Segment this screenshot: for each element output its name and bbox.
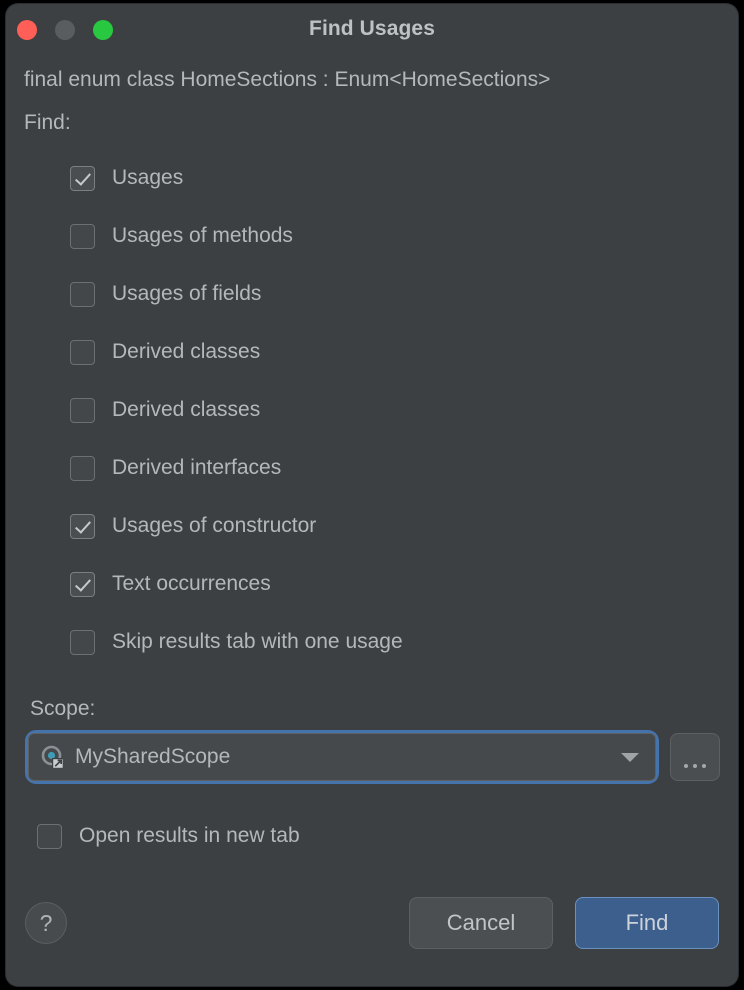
checkbox-row-derived-interfaces[interactable]: Derived interfaces	[24, 439, 720, 497]
checkbox-derived-classes-2[interactable]	[70, 398, 95, 423]
window-title: Find Usages	[6, 17, 738, 41]
checkbox-usages-of-fields[interactable]	[70, 282, 95, 307]
checkbox-label: Derived classes	[112, 340, 260, 364]
scope-shared-icon	[41, 745, 65, 769]
checkbox-label: Usages of constructor	[112, 514, 316, 538]
checkbox-label: Open results in new tab	[79, 824, 300, 848]
dialog-footer: ? Cancel Find	[6, 874, 738, 986]
scope-row: MySharedScope	[24, 733, 720, 781]
checkbox-row-open-results-new-tab[interactable]: Open results in new tab	[24, 807, 720, 865]
checkbox-text-occurrences[interactable]	[70, 572, 95, 597]
checkbox-label: Derived classes	[112, 398, 260, 422]
checkbox-row-usages-of-fields[interactable]: Usages of fields	[24, 265, 720, 323]
checkbox-usages[interactable]	[70, 166, 95, 191]
ellipsis-icon-dot	[702, 764, 706, 768]
checkbox-label: Usages of fields	[112, 282, 261, 306]
chevron-down-icon[interactable]	[621, 753, 639, 762]
checkbox-usages-of-methods[interactable]	[70, 224, 95, 249]
find-button[interactable]: Find	[575, 897, 719, 949]
checkbox-row-skip-results-tab[interactable]: Skip results tab with one usage	[24, 613, 720, 671]
ellipsis-icon-dot	[684, 764, 688, 768]
checkbox-row-usages-of-methods[interactable]: Usages of methods	[24, 207, 720, 265]
title-bar: Find Usages	[6, 4, 738, 54]
find-usages-dialog: Find Usages final enum class HomeSection…	[6, 4, 738, 986]
checkbox-derived-classes-1[interactable]	[70, 340, 95, 365]
find-section-label: Find:	[24, 111, 720, 135]
checkbox-row-derived-classes-1[interactable]: Derived classes	[24, 323, 720, 381]
checkbox-usages-of-constructor[interactable]	[70, 514, 95, 539]
find-options-list: Usages Usages of methods Usages of field…	[24, 149, 720, 671]
cancel-button[interactable]: Cancel	[409, 897, 553, 949]
checkbox-open-results-new-tab[interactable]	[37, 824, 62, 849]
ellipsis-icon-dot	[693, 764, 697, 768]
checkbox-label: Usages	[112, 166, 183, 190]
help-button[interactable]: ?	[25, 902, 67, 944]
scope-label: Scope:	[24, 697, 720, 721]
scope-combobox[interactable]: MySharedScope	[28, 733, 656, 781]
checkbox-row-text-occurrences[interactable]: Text occurrences	[24, 555, 720, 613]
checkbox-skip-results-tab[interactable]	[70, 630, 95, 655]
checkbox-label: Skip results tab with one usage	[112, 630, 403, 654]
checkbox-row-usages-of-constructor[interactable]: Usages of constructor	[24, 497, 720, 555]
checkbox-row-derived-classes-2[interactable]: Derived classes	[24, 381, 720, 439]
checkbox-label: Derived interfaces	[112, 456, 281, 480]
dialog-body: final enum class HomeSections : Enum<Hom…	[6, 68, 738, 865]
scope-value: MySharedScope	[75, 745, 621, 769]
checkbox-label: Usages of methods	[112, 224, 293, 248]
checkbox-derived-interfaces[interactable]	[70, 456, 95, 481]
checkbox-label: Text occurrences	[112, 572, 271, 596]
checkbox-row-usages[interactable]: Usages	[24, 149, 720, 207]
scope-browse-button[interactable]	[670, 733, 720, 781]
target-signature: final enum class HomeSections : Enum<Hom…	[24, 68, 720, 92]
